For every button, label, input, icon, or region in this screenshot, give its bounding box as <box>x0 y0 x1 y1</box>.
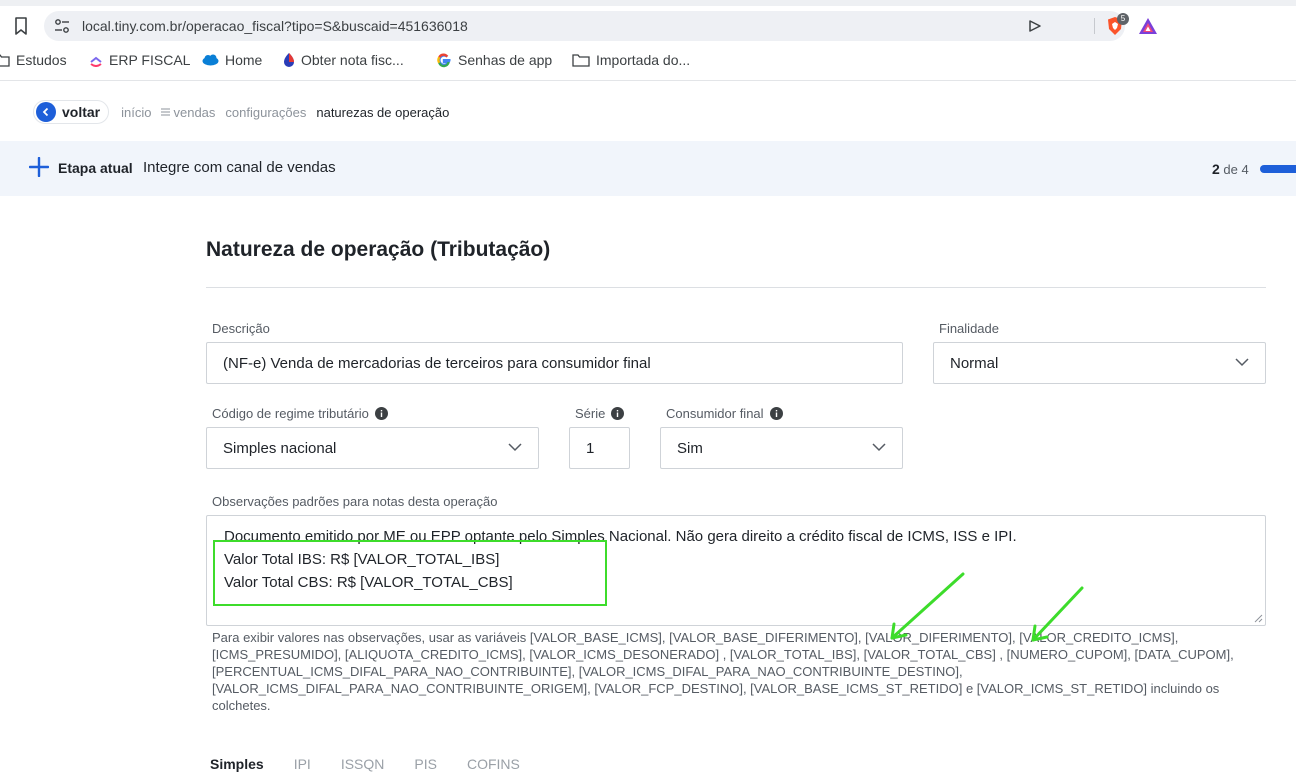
bookmarks-bar: Estudos ERP FISCAL Home Obter nota fisc.… <box>0 46 1296 76</box>
clickup-icon <box>90 56 102 67</box>
bookmark-label: Home <box>225 52 263 68</box>
bookmark-label: ERP FISCAL <box>109 52 191 68</box>
stage-of-label: de 4 <box>1223 162 1249 177</box>
serie-input[interactable]: 1 <box>569 427 630 469</box>
send-to-device-icon[interactable] <box>1028 19 1042 33</box>
drop-icon <box>284 53 294 67</box>
bookmark-erp-fiscal[interactable]: ERP FISCAL <box>89 52 190 68</box>
regime-label: Código de regime tributário <box>212 406 388 421</box>
stage-text[interactable]: Integre com canal de vendas <box>143 159 336 176</box>
bookmark-home[interactable]: Home <box>202 52 262 68</box>
observacoes-label: Observações padrões para notas desta ope… <box>212 494 498 509</box>
finalidade-select[interactable]: Normal <box>933 342 1266 384</box>
brave-shield-badge: 5 <box>1117 13 1129 25</box>
stage-progress-bar <box>1260 165 1296 173</box>
regime-value: Simples nacional <box>223 439 337 457</box>
chevron-left-icon <box>36 102 56 122</box>
annotation-highlight-box <box>213 540 607 606</box>
chevron-down-icon <box>872 443 886 452</box>
annotation-arrows <box>890 572 1084 642</box>
annotation-arrow-icon <box>1031 586 1084 642</box>
folder-icon <box>0 54 10 67</box>
annotation-arrow-icon <box>890 572 965 640</box>
site-settings-icon[interactable] <box>53 17 71 35</box>
finalidade-label: Finalidade <box>939 321 999 336</box>
bookmark-obter-nota[interactable]: Obter nota fisc... <box>283 52 404 68</box>
bookmark-importada[interactable]: Importada do... <box>572 52 690 68</box>
serie-label: Série <box>575 406 625 421</box>
tab-cofins[interactable]: COFINS <box>467 756 520 772</box>
tab-pis[interactable]: PIS <box>414 756 437 772</box>
back-button[interactable]: voltar <box>33 100 110 124</box>
tab-ipi[interactable]: IPI <box>294 756 311 772</box>
breadcrumb: voltar início vendas configurações natur… <box>33 100 449 124</box>
address-bar[interactable]: local.tiny.com.br/operacao_fiscal?tipo=S… <box>44 11 1157 41</box>
menu-icon <box>161 108 171 116</box>
consumidor-select[interactable]: Sim <box>660 427 903 469</box>
bookmark-label: Estudos <box>16 52 67 68</box>
bookmark-label: Senhas de app <box>458 52 553 68</box>
browser-toolbar: local.tiny.com.br/operacao_fiscal?tipo=S… <box>0 6 1296 46</box>
info-icon[interactable] <box>769 407 783 420</box>
breadcrumb-vendas[interactable]: vendas <box>161 105 215 120</box>
descricao-value: (NF-e) Venda de mercadorias de terceiros… <box>223 354 651 372</box>
salesforce-cloud-icon <box>202 54 219 66</box>
chevron-down-icon <box>1235 358 1249 367</box>
toolbar-separator <box>1094 18 1095 34</box>
stage-banner: Etapa atual Integre com canal de vendas … <box>0 141 1296 196</box>
info-icon[interactable] <box>611 407 625 420</box>
stage-current: 2 <box>1212 161 1220 177</box>
regime-label-text: Código de regime tributário <box>212 406 369 421</box>
descricao-label: Descrição <box>212 321 270 336</box>
bookmarks-divider <box>0 80 1296 81</box>
finalidade-value: Normal <box>950 354 999 372</box>
plus-icon <box>29 157 49 177</box>
breadcrumb-current: naturezas de operação <box>316 104 450 120</box>
tab-issqn[interactable]: ISSQN <box>341 756 385 772</box>
tab-simples[interactable]: Simples <box>210 756 264 772</box>
consumidor-label: Consumidor final <box>666 406 783 421</box>
tax-tabs: Simples IPI ISSQN PIS COFINS <box>210 756 550 772</box>
bookmark-senhas[interactable]: Senhas de app <box>436 52 552 68</box>
folder-icon <box>572 54 590 67</box>
url-text[interactable]: local.tiny.com.br/operacao_fiscal?tipo=S… <box>82 18 468 34</box>
resize-handle-icon[interactable] <box>1254 614 1263 623</box>
chevron-down-icon <box>508 443 522 452</box>
serie-label-text: Série <box>575 406 606 421</box>
page-title: Natureza de operação (Tributação) <box>206 238 551 261</box>
bookmark-label: Obter nota fisc... <box>301 52 404 68</box>
brave-rewards-icon[interactable] <box>1138 17 1158 35</box>
breadcrumb-vendas-label: vendas <box>173 104 216 120</box>
breadcrumb-inicio[interactable]: início <box>121 105 151 120</box>
consumidor-label-text: Consumidor final <box>666 406 764 421</box>
bookmark-estudos[interactable]: Estudos <box>0 52 67 68</box>
google-icon <box>437 53 451 68</box>
regime-select[interactable]: Simples nacional <box>206 427 539 469</box>
breadcrumb-configuracoes[interactable]: configurações <box>225 105 306 120</box>
back-button-label: voltar <box>62 104 101 120</box>
observacoes-help-text: Para exibir valores nas observações, usa… <box>212 630 1234 713</box>
descricao-input[interactable]: (NF-e) Venda de mercadorias de terceiros… <box>206 342 903 384</box>
stage-counter: 2 de 4 <box>1212 161 1249 177</box>
bookmark-label: Importada do... <box>596 52 691 68</box>
serie-value: 1 <box>586 439 595 457</box>
stage-label: Etapa atual <box>58 160 133 176</box>
title-divider <box>206 287 1266 288</box>
consumidor-value: Sim <box>677 439 703 457</box>
info-icon[interactable] <box>374 407 388 420</box>
bookmark-icon[interactable] <box>12 16 30 36</box>
